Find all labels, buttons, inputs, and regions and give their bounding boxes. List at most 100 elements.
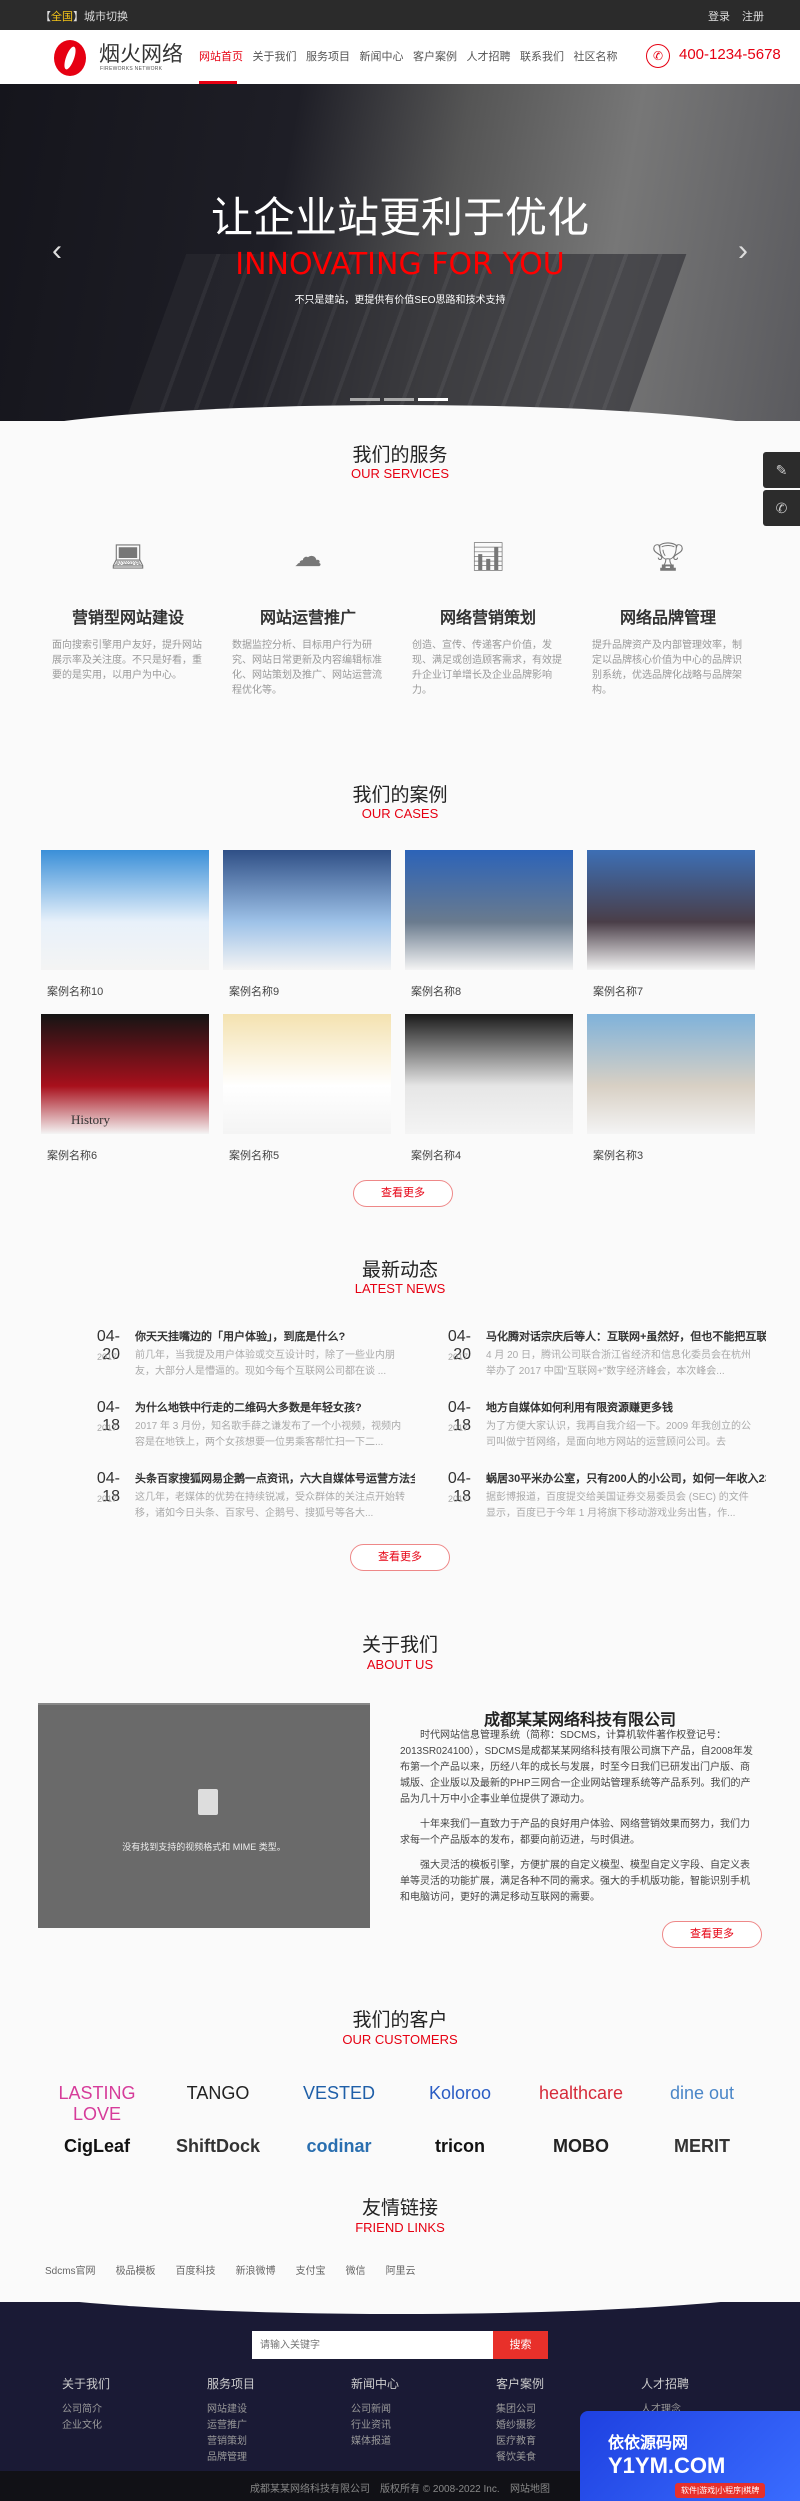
- friend-link[interactable]: 微信: [346, 2262, 366, 2277]
- next-slide-icon[interactable]: ›: [738, 234, 748, 268]
- service-item[interactable]: 🏆︎ 网络品牌管理 提升品牌资产及内部管理效率，制定以品牌核心价值为中心的品牌识别系…: [578, 540, 758, 698]
- news-more-button[interactable]: 查看更多: [350, 1544, 450, 1571]
- friend-link[interactable]: 支付宝: [296, 2262, 326, 2277]
- news-year: 2017: [447, 1352, 468, 1362]
- news-item[interactable]: 04-18 2017 头条百家搜狐网易企鹅一点资讯，六大自媒体号运营方法全... 这几…: [80, 1470, 415, 1530]
- case-thumbnail[interactable]: [405, 1014, 573, 1134]
- case-thumbnail[interactable]: [405, 850, 573, 970]
- ad-title: 依依源码网: [608, 2435, 689, 2452]
- top-bar: 【全国】城市切换 登录 注册: [0, 0, 800, 30]
- news-title[interactable]: 头条百家搜狐网易企鹅一点资讯，六大自媒体号运营方法全...: [135, 1470, 415, 1486]
- nav-news[interactable]: 新闻中心: [360, 48, 414, 84]
- nav-cases[interactable]: 客户案例: [413, 48, 467, 84]
- news-item[interactable]: 04-18 2017 蜗居30平米办公室，只有200人的小公司，如何一年收入23..…: [431, 1470, 766, 1530]
- news-title: 最新动态: [361, 1260, 438, 1281]
- nav-about[interactable]: 关于我们: [253, 48, 307, 84]
- main-nav: 网站首页 关于我们 服务项目 新闻中心 客户案例 人才招聘 联系我们 社区名称: [199, 48, 627, 84]
- news-title[interactable]: 为什么地铁中行走的二维码大多数是年轻女孩?: [135, 1399, 415, 1415]
- customer-logo: MERIT: [674, 2136, 730, 2156]
- service-item[interactable]: 📊︎ 网络营销策划 创造、宣传、传递客户价值，发现、满足或创造顾客需求，有效提升企业…: [398, 540, 578, 698]
- nav-contact[interactable]: 联系我们: [520, 48, 574, 84]
- footer-link[interactable]: 行业资讯: [351, 2418, 471, 2434]
- service-item[interactable]: 💻︎ 营销型网站建设 面向搜索引擎用户友好，提升网站展示率及关注度。不只是好看，重要…: [38, 540, 218, 683]
- footer-link[interactable]: 品牌管理: [207, 2450, 327, 2466]
- register-link[interactable]: 注册: [742, 8, 764, 24]
- footer-link[interactable]: 公司新闻: [351, 2402, 471, 2418]
- case-item[interactable]: 案例名称8: [405, 850, 573, 999]
- case-item[interactable]: 案例名称3: [587, 1014, 755, 1163]
- case-thumbnail[interactable]: [41, 850, 209, 970]
- customers-title: 我们的客户: [352, 2010, 448, 2031]
- case-thumbnail[interactable]: History: [41, 1014, 209, 1134]
- friend-links: Sdcms官网 极品模板 百度科技 新浪微博 支付宝 微信 阿里云: [45, 2262, 416, 2277]
- ad-banner[interactable]: 依依源码网 Y1YM.COM 软件|游戏|小程序|棋牌: [580, 2411, 800, 2501]
- city-switch-label: 城市切换: [84, 11, 128, 23]
- case-item[interactable]: 案例名称9: [223, 850, 391, 999]
- customer-logo: tricon: [434, 2136, 485, 2156]
- case-overlay-text: History: [71, 1112, 110, 1127]
- news-year: 2017: [96, 1352, 117, 1362]
- case-thumbnail[interactable]: [223, 850, 391, 970]
- footer-link[interactable]: 营销策划: [207, 2434, 327, 2450]
- hero-description: 不只是建站，更提供有价值SEO思路和技术支持: [294, 295, 506, 306]
- cases-more-button[interactable]: 查看更多: [353, 1180, 453, 1207]
- slide-dot[interactable]: [350, 398, 380, 401]
- friend-link[interactable]: 新浪微博: [236, 2262, 276, 2277]
- hero-title: 让企业站更利于优化: [210, 193, 589, 242]
- company-name: 成都某某网络科技有限公司: [483, 1712, 676, 1729]
- footer-column-title: 人才招聘: [641, 2377, 690, 2391]
- friend-link[interactable]: 百度科技: [176, 2262, 216, 2277]
- case-item[interactable]: 案例名称4: [405, 1014, 573, 1163]
- news-item[interactable]: 04-20 2017 马化腾对话宗庆后等人：互联网+虽然好，但也不能把互联网神 4 月…: [431, 1328, 766, 1388]
- customer-logo: CigLeaf: [63, 2136, 130, 2156]
- video-player[interactable]: 没有找到支持的视频格式和 MIME 类型。: [38, 1703, 370, 1928]
- news-title[interactable]: 你天天挂嘴边的「用户体验」，到底是什么?: [135, 1328, 415, 1344]
- footer-link[interactable]: 公司简介: [62, 2402, 182, 2418]
- footer-link[interactable]: 网站建设: [207, 2402, 327, 2418]
- case-thumbnail[interactable]: [587, 850, 755, 970]
- phone-side-icon[interactable]: ✆: [763, 490, 800, 526]
- case-label: 案例名称5: [229, 1150, 280, 1162]
- login-link[interactable]: 登录: [708, 8, 730, 24]
- search-button[interactable]: 搜索: [493, 2331, 548, 2359]
- copyright-text: 成都某某网络科技有限公司 版权所有 © 2008-2022 Inc.: [250, 2484, 500, 2495]
- nav-jobs[interactable]: 人才招聘: [467, 48, 521, 84]
- friend-link[interactable]: 阿里云: [386, 2262, 416, 2277]
- news-item[interactable]: 04-20 2017 你天天挂嘴边的「用户体验」，到底是什么? 前几年，当我提及用户体…: [80, 1328, 410, 1388]
- footer-link[interactable]: 企业文化: [62, 2418, 182, 2434]
- case-item[interactable]: 案例名称7: [587, 850, 755, 999]
- case-thumbnail[interactable]: [587, 1014, 755, 1134]
- friend-link[interactable]: Sdcms官网: [45, 2262, 96, 2277]
- footer-link[interactable]: 媒体报道: [351, 2434, 471, 2450]
- sitemap-link[interactable]: 网站地图: [510, 2480, 550, 2495]
- case-item[interactable]: 案例名称5: [223, 1014, 391, 1163]
- news-subtitle: LATEST NEWS: [354, 1281, 446, 1296]
- slide-dot-active[interactable]: [418, 398, 448, 401]
- slide-dot[interactable]: [384, 398, 414, 401]
- hero-subtitle: INNOVATING FOR YOU: [235, 247, 565, 282]
- prev-slide-icon[interactable]: ‹: [52, 234, 62, 268]
- cases-title: 我们的案例: [352, 785, 448, 806]
- case-item[interactable]: 案例名称10: [41, 850, 209, 999]
- news-title[interactable]: 蜗居30平米办公室，只有200人的小公司，如何一年收入23...: [486, 1470, 766, 1486]
- search-input[interactable]: [252, 2331, 494, 2359]
- city-switch[interactable]: 【全国】城市切换: [40, 8, 128, 24]
- logo-icon[interactable]: [54, 40, 86, 76]
- news-summary: 据彭博报道，百度提交给美国证券交易委员会 (SEC) 的文件显示，百度已于今年 …: [486, 1492, 749, 1519]
- footer-link[interactable]: 运营推广: [207, 2418, 327, 2434]
- nav-services[interactable]: 服务项目: [306, 48, 360, 84]
- news-item[interactable]: 04-18 2017 为什么地铁中行走的二维码大多数是年轻女孩? 2017 年 3 月…: [80, 1399, 410, 1459]
- case-item[interactable]: History 案例名称6: [41, 1014, 209, 1163]
- case-thumbnail[interactable]: [223, 1014, 391, 1134]
- news-title[interactable]: 地方自媒体如何利用有限资源赚更多钱: [486, 1399, 766, 1415]
- logo-text[interactable]: 烟火网络: [99, 38, 183, 68]
- case-label: 案例名称9: [229, 986, 280, 998]
- nav-home[interactable]: 网站首页: [199, 48, 253, 84]
- about-more-button[interactable]: 查看更多: [662, 1921, 762, 1948]
- services-title: 我们的服务: [352, 445, 448, 466]
- service-item[interactable]: ☁︎ 网站运营推广 数据监控分析、目标用户行为研究、网站日常更新及内容编辑标准化、网…: [218, 540, 398, 698]
- friend-link[interactable]: 极品模板: [116, 2262, 156, 2277]
- news-title[interactable]: 马化腾对话宗庆后等人：互联网+虽然好，但也不能把互联网神: [486, 1328, 766, 1344]
- nav-community[interactable]: 社区名称: [574, 48, 628, 84]
- news-item[interactable]: 04-18 2017 地方自媒体如何利用有限资源赚更多钱 为了方便大家认识，我再自我介…: [431, 1399, 761, 1459]
